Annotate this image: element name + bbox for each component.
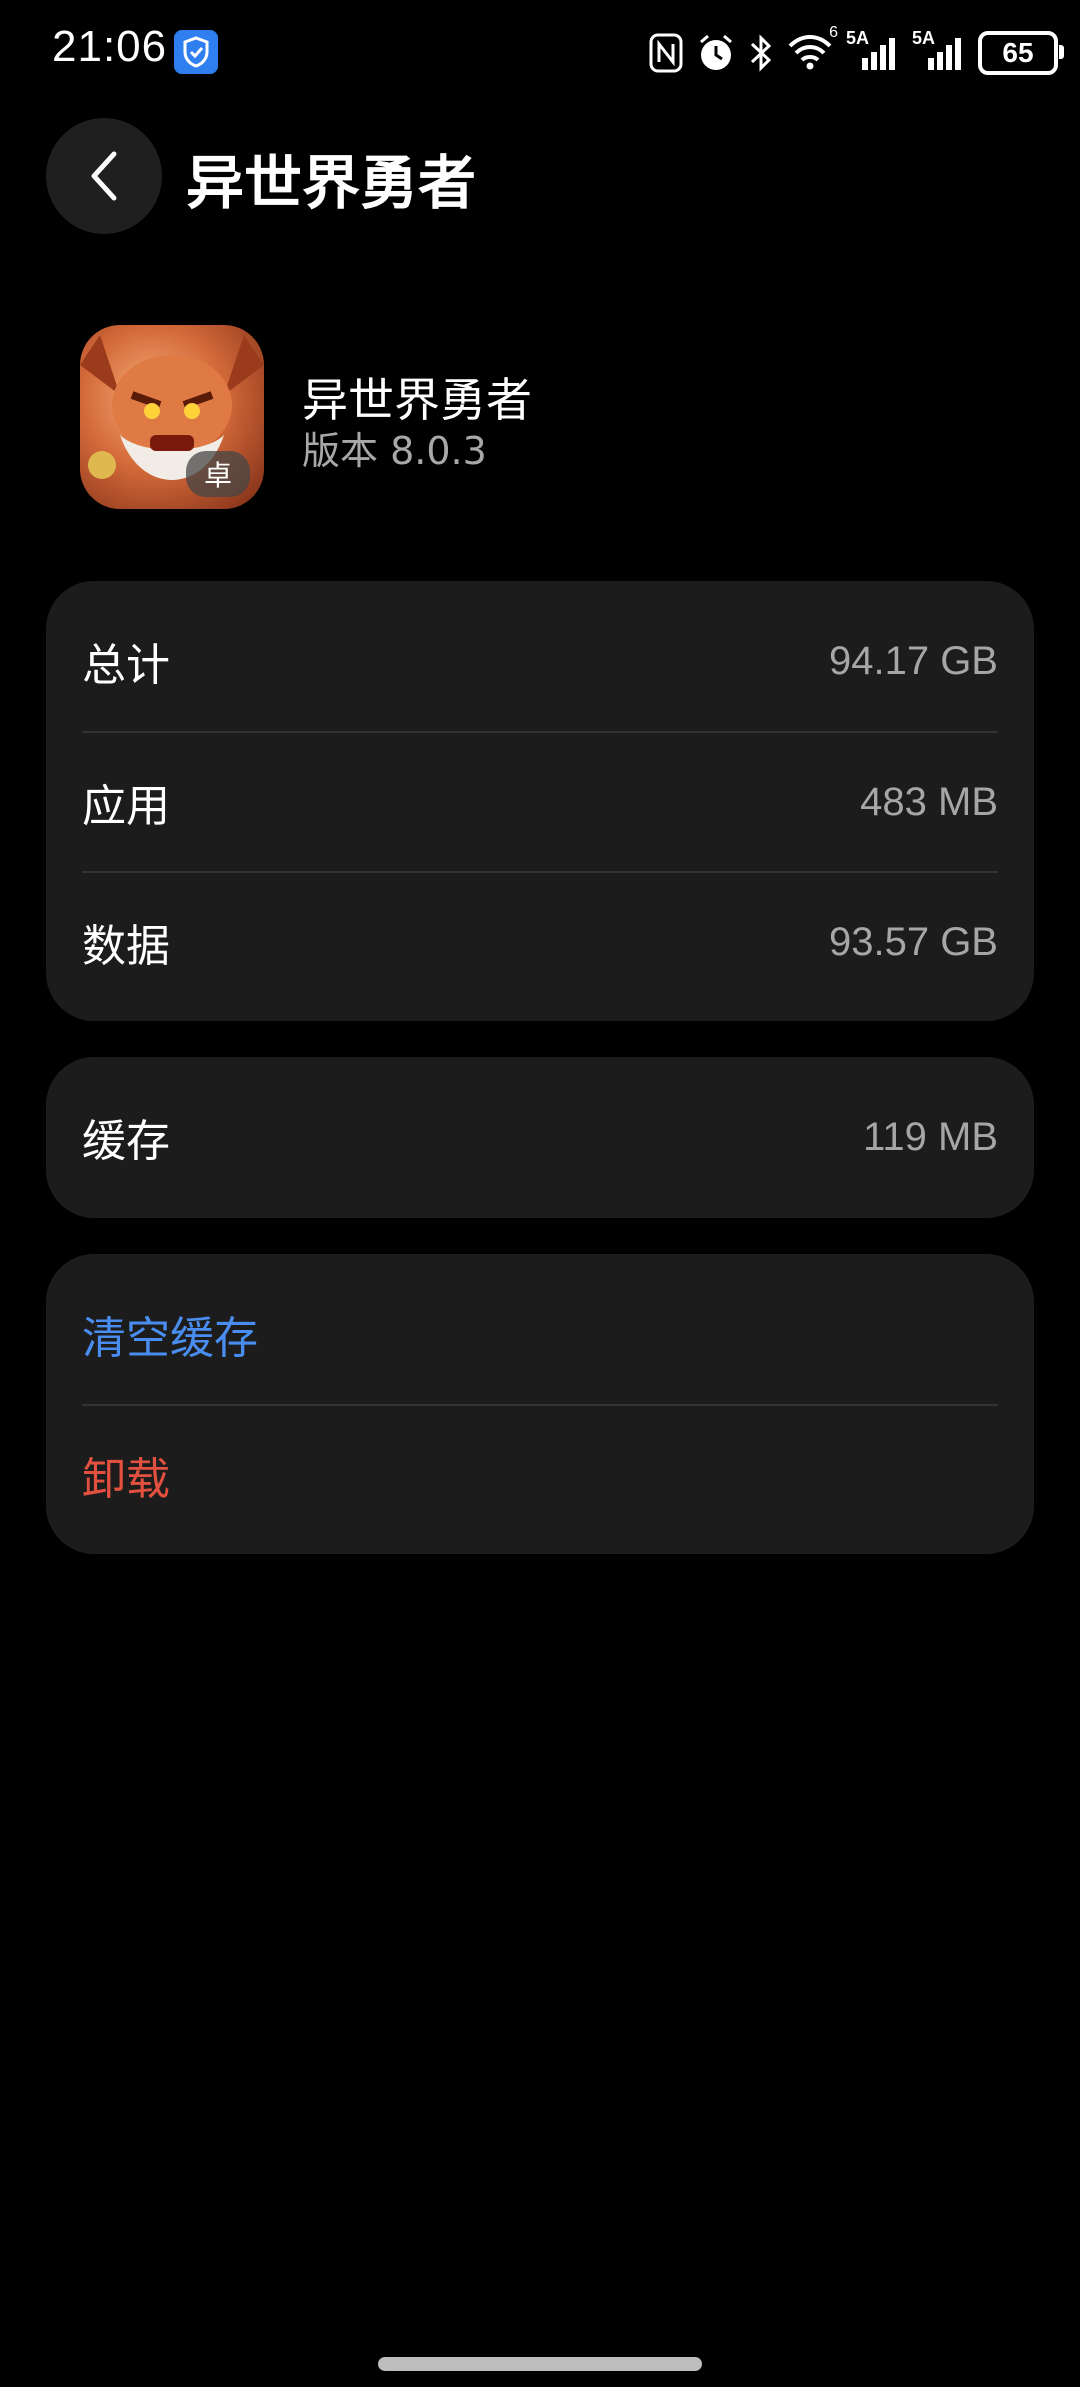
storage-row-data: 数据 93.57 GB xyxy=(82,872,998,1012)
storage-row-app: 应用 483 MB xyxy=(82,732,998,872)
status-time: 21:06 xyxy=(52,22,168,71)
row-label: 数据 xyxy=(82,921,170,972)
row-value: 483 MB xyxy=(860,779,998,824)
storage-card: 总计 94.17 GB 应用 483 MB 数据 93.57 GB xyxy=(46,581,1034,1021)
back-button[interactable] xyxy=(46,118,162,234)
wifi-badge: 6 xyxy=(829,24,838,41)
uninstall-button[interactable]: 卸载 xyxy=(82,1405,998,1545)
signal-1: 5A xyxy=(846,28,900,74)
home-indicator[interactable] xyxy=(378,2357,702,2371)
cache-value: 119 MB xyxy=(863,1114,998,1159)
nfc-icon xyxy=(649,33,683,73)
page-title: 异世界勇者 xyxy=(186,149,477,217)
wifi-icon xyxy=(788,35,832,70)
row-value: 93.57 GB xyxy=(828,919,998,964)
app-badge: 卓 xyxy=(186,451,250,497)
app-icon: 卓 xyxy=(80,325,264,509)
storage-row-total: 总计 94.17 GB xyxy=(82,591,998,731)
status-bar: 21:06 6 5A 5A 65 xyxy=(0,0,1080,100)
battery-icon: 65 xyxy=(978,31,1064,75)
status-icons: 6 5A 5A 65 xyxy=(648,24,1064,78)
wifi-indicator: 6 xyxy=(786,24,838,76)
signal-icon xyxy=(862,38,895,70)
bluetooth-icon xyxy=(750,34,772,72)
clear-cache-label: 清空缓存 xyxy=(82,1313,258,1364)
alarm-icon xyxy=(700,34,732,70)
row-value: 94.17 GB xyxy=(828,638,998,683)
chevron-left-icon xyxy=(91,151,117,201)
cache-label: 缓存 xyxy=(82,1116,170,1167)
signal-2: 5A xyxy=(912,28,966,74)
uninstall-label: 卸载 xyxy=(82,1454,170,1505)
row-label: 应用 xyxy=(82,781,170,832)
battery-level: 65 xyxy=(1002,37,1034,68)
actions-card: 清空缓存 卸载 xyxy=(46,1254,1034,1554)
signal-icon xyxy=(928,38,961,70)
clear-cache-button[interactable]: 清空缓存 xyxy=(82,1264,998,1404)
security-shield-icon xyxy=(174,30,218,74)
app-version: 版本 8.0.3 xyxy=(302,429,487,473)
cache-row: 缓存 119 MB xyxy=(82,1067,998,1207)
cache-card: 缓存 119 MB xyxy=(46,1057,1034,1218)
row-label: 总计 xyxy=(82,640,170,691)
